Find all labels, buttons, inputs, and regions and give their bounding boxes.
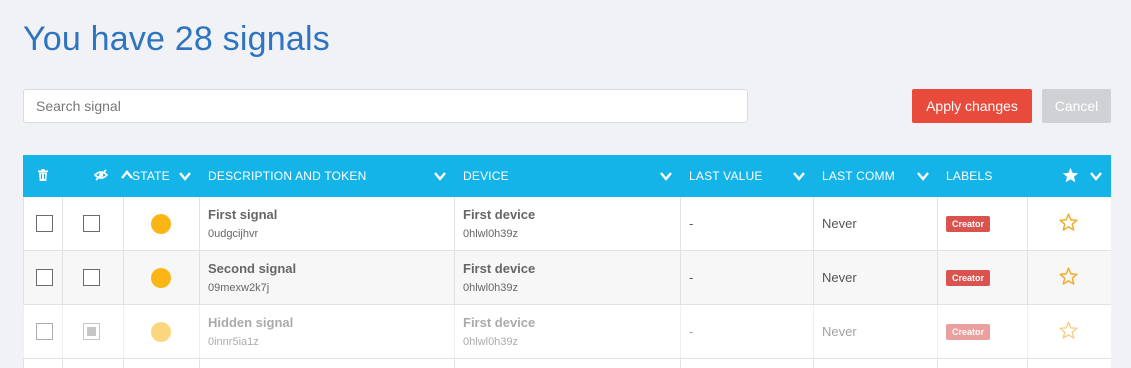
select-checkbox[interactable] [36,323,53,340]
table-row [23,359,1111,368]
last-comm-column-header[interactable]: LAST COMM [814,155,938,197]
signal-token: 0innr5ia1z [208,336,259,348]
label-badge: Creator [946,269,991,286]
delete-column-header[interactable] [23,155,63,197]
last-comm: Never [822,270,857,285]
table-header: STATE DESCRIPTION AND TOKEN DEVICE LAST … [23,155,1111,197]
eye-slash-icon[interactable] [93,168,109,184]
last-value-column-header[interactable]: LAST VALUE [681,155,814,197]
device-column-header[interactable]: DEVICE [455,155,681,197]
signal-token: 0udgcijhvr [208,228,259,240]
device-column-label: DEVICE [463,169,509,183]
table-row[interactable]: Hidden signal 0innr5ia1z First device 0hlwl… [23,305,1111,359]
state-indicator [151,321,171,342]
last-value-column-label: LAST VALUE [689,169,763,183]
description-column-label: DESCRIPTION AND TOKEN [208,169,367,183]
chevron-down-icon[interactable] [916,169,930,183]
hide-checkbox[interactable] [83,269,100,286]
signals-table: STATE DESCRIPTION AND TOKEN DEVICE LAST … [23,155,1111,368]
hide-checkbox[interactable] [83,215,100,232]
state-column-header[interactable]: STATE [124,155,200,197]
description-column-header[interactable]: DESCRIPTION AND TOKEN [200,155,455,197]
cancel-button[interactable]: Cancel [1042,89,1111,123]
apply-changes-button[interactable]: Apply changes [912,89,1032,123]
select-checkbox[interactable] [36,269,53,286]
last-comm-column-label: LAST COMM [822,169,895,183]
last-comm: Never [822,216,857,231]
hide-checkbox[interactable] [83,323,100,340]
signal-name[interactable]: First signal [208,207,277,222]
visibility-column-header[interactable] [63,155,133,197]
chevron-down-icon[interactable] [1089,169,1103,183]
state-indicator [151,267,171,288]
state-indicator [151,213,171,234]
star-outline-icon[interactable] [1059,321,1078,342]
signal-name[interactable]: Hidden signal [208,315,293,330]
star-outline-icon[interactable] [1059,267,1078,288]
star-outline-icon[interactable] [1059,213,1078,234]
last-value: - [689,270,694,285]
labels-column-header[interactable]: LABELS [938,155,1028,197]
last-value: - [689,324,694,339]
trash-icon[interactable] [38,168,48,184]
table-row[interactable]: Second signal 09mexw2k7j First device 0hlwl… [23,251,1111,305]
label-badge: Creator [946,323,991,340]
labels-column-label: LABELS [946,169,993,183]
chevron-down-icon[interactable] [659,169,673,183]
chevron-down-icon[interactable] [433,169,447,183]
chevron-down-icon[interactable] [792,169,806,183]
device-token: 0hlwl0h39z [463,228,519,240]
device-name[interactable]: First device [463,315,535,330]
state-column-label: STATE [132,169,170,183]
star-filled-icon[interactable] [1062,167,1079,186]
last-comm: Never [822,324,857,339]
select-checkbox[interactable] [36,215,53,232]
device-name[interactable]: First device [463,261,535,276]
device-token: 0hlwl0h39z [463,336,519,348]
favorite-column-header[interactable] [1028,155,1111,197]
page-title: You have 28 signals [23,20,330,58]
signal-token: 09mexw2k7j [208,282,270,294]
search-input[interactable] [23,89,748,123]
last-value: - [689,216,694,231]
label-badge: Creator [946,215,991,232]
signal-name[interactable]: Second signal [208,261,296,276]
table-row[interactable]: First signal 0udgcijhvr First device 0hlwl0… [23,197,1111,251]
device-token: 0hlwl0h39z [463,282,519,294]
device-name[interactable]: First device [463,207,535,222]
chevron-down-icon[interactable] [178,169,192,183]
